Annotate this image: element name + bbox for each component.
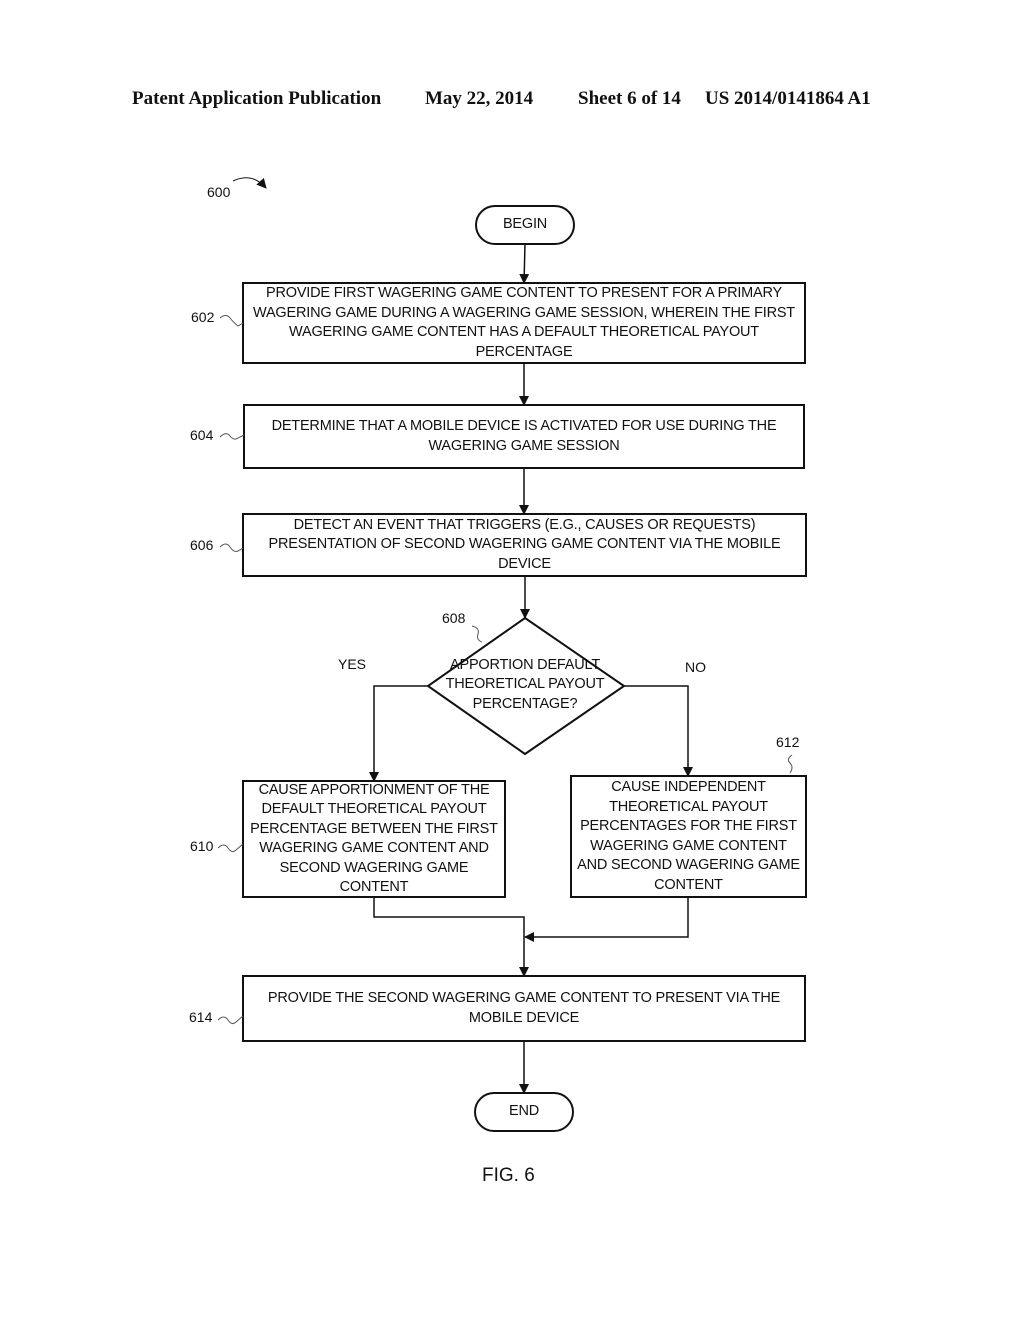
step-602-text: PROVIDE FIRST WAGERING GAME CONTENT TO P… — [253, 285, 795, 360]
step-604-text: DETERMINE THAT A MOBILE DEVICE IS ACTIVA… — [271, 418, 777, 454]
connector-612-merge — [524, 897, 689, 942]
ref-604-leader — [219, 433, 245, 440]
ref-608-leader — [471, 625, 483, 643]
step-606-text: DETECT AN EVENT THAT TRIGGERS (E.G., CAU… — [268, 516, 781, 572]
step-610-text: CAUSE APPORTIONMENT OF THE DEFAULT THEOR… — [250, 781, 498, 896]
ref-612-leader — [787, 754, 793, 774]
ref-604: 604 — [190, 427, 214, 443]
ref-602-leader — [219, 315, 244, 327]
connector-yes-610 — [369, 685, 428, 782]
yes-branch-label: YES — [338, 656, 367, 672]
connector-610-merge — [373, 897, 529, 977]
ref-614: 614 — [189, 1009, 213, 1025]
ref-600: 600 — [207, 184, 231, 200]
ref-608: 608 — [442, 610, 466, 626]
ref-610-leader — [217, 843, 244, 853]
step-612-text: CAUSE INDEPENDENT THEORETICAL PAYOUT PER… — [577, 779, 800, 893]
connector-no-612 — [624, 685, 693, 777]
step-614-text: PROVIDE THE SECOND WAGERING GAME CONTENT… — [267, 990, 781, 1026]
ref-612: 612 — [776, 734, 800, 750]
figure-ref-arrow — [232, 177, 267, 189]
ref-606: 606 — [190, 537, 214, 553]
step-608-text: APPORTION DEFAULT THEORETICAL PAYOUT PER… — [445, 656, 605, 712]
ref-610: 610 — [190, 838, 214, 854]
figure-caption: FIG. 6 — [482, 1165, 535, 1186]
ref-614-leader — [217, 1015, 244, 1025]
connector-begin-602 — [519, 243, 530, 284]
ref-606-leader — [219, 543, 244, 552]
end-label: END — [508, 1103, 539, 1120]
no-branch-label: NO — [685, 659, 706, 675]
begin-label: BEGIN — [502, 216, 548, 233]
ref-602: 602 — [191, 309, 215, 325]
